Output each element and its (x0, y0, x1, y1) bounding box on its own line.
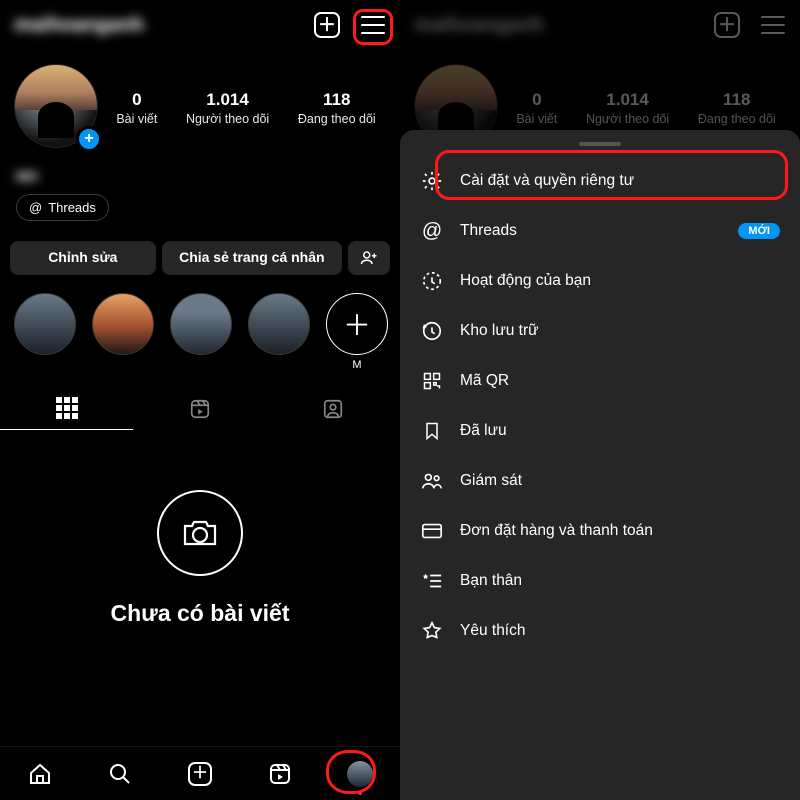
menu-favorites[interactable]: Yêu thích (400, 606, 800, 656)
nav-home-icon[interactable] (27, 761, 53, 787)
menu-threads[interactable]: @ Threads MỚI (400, 206, 800, 256)
share-profile-button[interactable]: Chia sẻ trang cá nhân (162, 241, 342, 275)
menu-supervision[interactable]: Giám sát (400, 456, 800, 506)
menu-screen: maihoanganh ＋ 0Bài viết 1.014Người theo … (400, 0, 800, 800)
archive-icon (420, 319, 444, 343)
menu-label: Đã lưu (460, 422, 507, 440)
sheet-grabber[interactable] (579, 142, 621, 146)
menu-label: Giám sát (460, 472, 522, 490)
highlight-add[interactable]: ＋ (326, 293, 388, 355)
menu-label: Mã QR (460, 372, 509, 390)
qr-icon (420, 369, 444, 393)
create-icon[interactable]: ＋ (314, 12, 340, 38)
profile-screen: maihoanganh ＋ + 0 Bài viết 1.014 Người t… (0, 0, 400, 800)
menu-label: Yêu thích (460, 622, 526, 640)
menu-icon (760, 12, 786, 38)
menu-archive[interactable]: Kho lưu trữ (400, 306, 800, 356)
highlight-item[interactable] (170, 293, 232, 355)
new-badge: MỚI (738, 223, 780, 239)
menu-settings[interactable]: Cài đặt và quyền riêng tư (400, 156, 800, 206)
grid-icon (56, 397, 78, 419)
star-icon (420, 619, 444, 643)
discover-people-button[interactable] (348, 241, 390, 275)
stat-followers[interactable]: 1.014 Người theo dõi (186, 90, 269, 126)
menu-activity[interactable]: Hoạt động của bạn (400, 256, 800, 306)
threads-icon: @ (29, 200, 42, 215)
bookmark-icon (420, 419, 444, 443)
username[interactable]: maihoanganh (14, 14, 144, 37)
nav-create-icon[interactable]: ＋ (187, 761, 213, 787)
empty-state: Chưa có bài viết (0, 430, 400, 627)
camera-icon (157, 490, 243, 576)
highlights-row[interactable]: ＋ M (0, 283, 400, 381)
tab-grid[interactable] (0, 387, 133, 430)
menu-saved[interactable]: Đã lưu (400, 406, 800, 456)
gear-icon (420, 169, 444, 193)
supervision-icon (420, 469, 444, 493)
list-star-icon (420, 569, 444, 593)
menu-close-friends[interactable]: Bạn thân (400, 556, 800, 606)
menu-label: Threads (460, 222, 517, 240)
create-icon: ＋ (714, 12, 740, 38)
profile-header: maihoanganh ＋ (0, 0, 400, 50)
menu-qr[interactable]: Mã QR (400, 356, 800, 406)
bottom-nav: ＋ (0, 746, 400, 800)
highlight-item[interactable] (14, 293, 76, 355)
threads-pill[interactable]: @ Threads (16, 194, 109, 221)
empty-text: Chưa có bài viết (0, 600, 400, 627)
display-name: MH (0, 160, 400, 188)
menu-label: Cài đặt và quyền riêng tư (460, 172, 634, 190)
edit-profile-button[interactable]: Chỉnh sửa (10, 241, 156, 275)
avatar[interactable]: + (14, 64, 102, 152)
highlight-item[interactable] (92, 293, 154, 355)
highlight-item[interactable] (248, 293, 310, 355)
menu-label: Kho lưu trữ (460, 322, 538, 340)
activity-icon (420, 269, 444, 293)
bottom-sheet: Cài đặt và quyền riêng tư @ Threads MỚI … (400, 130, 800, 800)
tab-tagged[interactable] (267, 387, 400, 430)
profile-tabs (0, 387, 400, 430)
menu-orders[interactable]: Đơn đặt hàng và thanh toán (400, 506, 800, 556)
menu-icon[interactable] (360, 12, 386, 38)
stat-following[interactable]: 118 Đang theo dõi (298, 90, 376, 126)
card-icon (420, 519, 444, 543)
menu-label: Đơn đặt hàng và thanh toán (460, 522, 653, 540)
tab-reels[interactable] (133, 387, 266, 430)
threads-icon: @ (420, 219, 444, 243)
add-story-icon[interactable]: + (76, 126, 102, 152)
nav-reels-icon[interactable] (267, 761, 293, 787)
menu-label: Hoạt động của bạn (460, 272, 591, 290)
nav-search-icon[interactable] (107, 761, 133, 787)
stat-posts[interactable]: 0 Bài viết (116, 90, 157, 126)
menu-label: Bạn thân (460, 572, 522, 590)
nav-profile-icon[interactable] (347, 761, 373, 787)
